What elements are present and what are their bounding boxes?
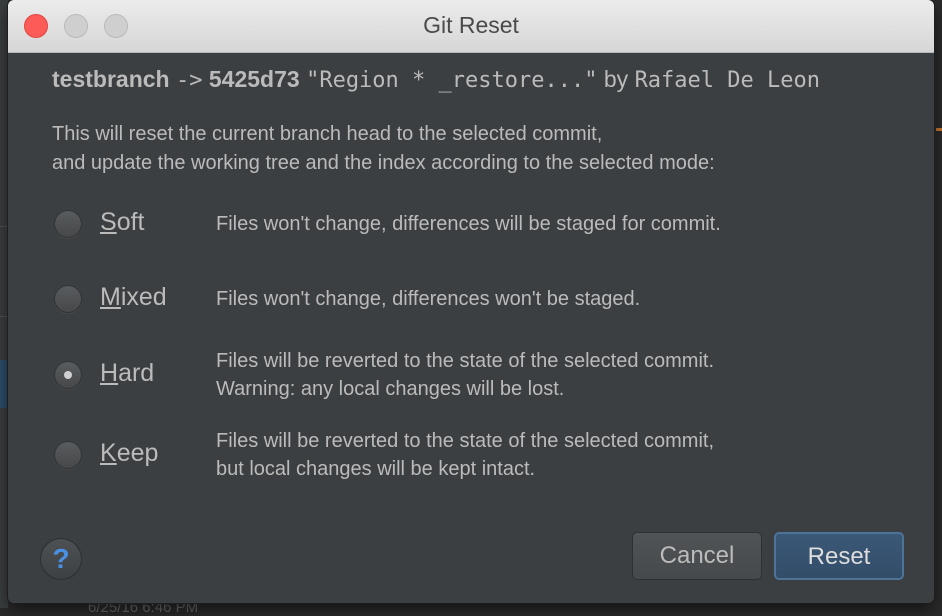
reset-description: This will reset the current branch head …	[52, 120, 715, 178]
branch-name: testbranch	[52, 66, 170, 92]
description-line-1: This will reset the current branch head …	[52, 123, 603, 145]
hard-description: Files will be reverted to the state of t…	[216, 350, 714, 400]
question-icon: ?	[52, 543, 70, 574]
description-line-2: and update the working tree and the inde…	[52, 152, 715, 174]
background-editor-edge	[934, 0, 942, 608]
commit-hash: 5425d73	[208, 66, 300, 92]
mixed-label[interactable]: Mixed	[100, 283, 167, 312]
hard-label[interactable]: Hard	[100, 359, 154, 388]
mixed-description: Files won't change, differences won't be…	[216, 288, 641, 310]
mixed-radio[interactable]	[54, 285, 82, 313]
commit-heading: testbranch -> 5425d73 "Region * _restore…	[52, 66, 820, 93]
git-reset-dialog: Git Reset testbranch -> 5425d73 "Region …	[8, 0, 934, 603]
keep-description: Files will be reverted to the state of t…	[216, 430, 714, 480]
hard-radio[interactable]	[54, 361, 82, 389]
commit-message: "Region * _restore..."	[306, 68, 598, 93]
help-button[interactable]: ?	[40, 538, 82, 580]
soft-description: Files won't change, differences will be …	[216, 213, 721, 235]
soft-label[interactable]: Soft	[100, 208, 144, 237]
by-label: by	[603, 66, 629, 92]
arrow: ->	[175, 68, 203, 93]
background-editor-gutter	[0, 0, 8, 608]
keep-label[interactable]: Keep	[100, 439, 158, 468]
keep-radio[interactable]	[54, 441, 82, 469]
soft-radio[interactable]	[54, 210, 82, 238]
window-title: Git Reset	[423, 12, 519, 38]
title-bar[interactable]: Git Reset	[8, 0, 934, 53]
commit-author: Rafael De Leon	[634, 68, 820, 93]
reset-button[interactable]: Reset	[774, 532, 904, 580]
cancel-button[interactable]: Cancel	[632, 532, 762, 580]
